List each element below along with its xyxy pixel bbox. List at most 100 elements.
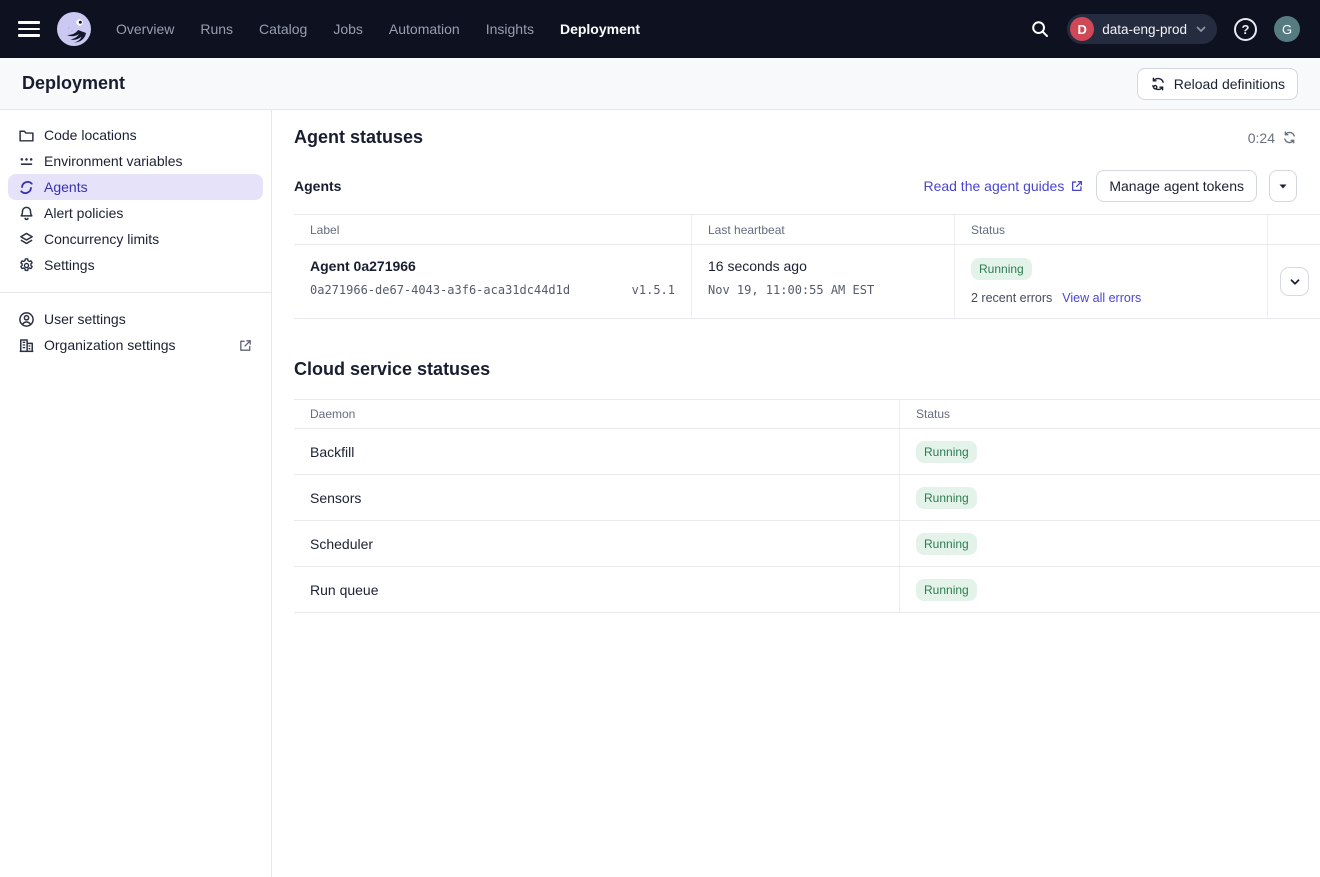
sidebar-item-label: User settings: [44, 311, 126, 327]
external-link-icon: [238, 338, 253, 353]
sidebar-item-alert-policies[interactable]: Alert policies: [8, 200, 263, 226]
user-avatar[interactable]: G: [1274, 16, 1300, 42]
help-button[interactable]: ?: [1234, 18, 1257, 41]
search-button[interactable]: [1030, 19, 1050, 39]
agent-guides-link[interactable]: Read the agent guides: [923, 178, 1084, 194]
nav-deployment[interactable]: Deployment: [560, 21, 640, 37]
sidebar-item-label: Code locations: [44, 127, 137, 143]
status-badge: Running: [916, 533, 977, 555]
sidebar-item-concurrency-limits[interactable]: Concurrency limits: [8, 226, 263, 252]
column-header-label: Label: [294, 215, 692, 244]
status-badge: Running: [916, 487, 977, 509]
daemon-table-header: Daemon Status: [294, 399, 1320, 429]
column-header-status: Status: [900, 400, 1320, 428]
agent-guides-link-label: Read the agent guides: [923, 178, 1064, 194]
sidebar-item-user-settings[interactable]: User settings: [8, 306, 263, 332]
search-icon: [1030, 19, 1050, 39]
heartbeat-relative: 16 seconds ago: [708, 258, 938, 274]
nav-catalog[interactable]: Catalog: [259, 21, 307, 37]
heartbeat-timestamp: Nov 19, 11:00:55 AM EST: [708, 283, 938, 297]
sidebar-item-agents[interactable]: Agents: [8, 174, 263, 200]
agent-row: Agent 0a271966 0a271966-de67-4043-a3f6-a…: [294, 245, 1320, 319]
deployment-switcher[interactable]: D data-eng-prod: [1067, 14, 1217, 44]
sidebar-item-label: Agents: [44, 179, 88, 195]
sidebar-item-label: Alert policies: [44, 205, 123, 221]
status-badge: Running: [916, 441, 977, 463]
daemon-row: Sensors Running: [294, 475, 1320, 521]
sidebar-item-settings[interactable]: Settings: [8, 252, 263, 278]
dagster-logo[interactable]: [56, 11, 92, 47]
menu-icon[interactable]: [18, 21, 40, 37]
reload-definitions-button[interactable]: Reload definitions: [1137, 68, 1298, 100]
building-icon: [18, 337, 35, 354]
caret-down-icon: [1278, 181, 1288, 191]
main-content: Agent statuses 0:24 Agents Read the agen…: [272, 110, 1320, 877]
view-all-errors-link[interactable]: View all errors: [1062, 291, 1141, 305]
agent-heartbeat-cell: 16 seconds ago Nov 19, 11:00:55 AM EST: [692, 245, 955, 318]
status-badge: Running: [916, 579, 977, 601]
cloud-service-statuses-title: Cloud service statuses: [294, 359, 1320, 380]
question-mark-icon: ?: [1242, 22, 1250, 37]
agents-subheading: Agents: [294, 178, 341, 194]
env-variables-icon: [18, 153, 35, 170]
column-header-actions: [1268, 215, 1320, 244]
user-circle-icon: [18, 311, 35, 328]
agent-actions-dropdown-button[interactable]: [1269, 170, 1297, 202]
agent-label-cell: Agent 0a271966 0a271966-de67-4043-a3f6-a…: [294, 245, 692, 318]
agent-name: Agent 0a271966: [310, 258, 675, 274]
deployment-badge: D: [1070, 17, 1094, 41]
daemon-name: Run queue: [294, 567, 900, 612]
sidebar-item-label: Concurrency limits: [44, 231, 159, 247]
agent-icon: [18, 179, 35, 196]
gear-icon: [18, 257, 35, 274]
manage-agent-tokens-button[interactable]: Manage agent tokens: [1096, 170, 1257, 202]
countdown-value: 0:24: [1248, 130, 1275, 146]
agent-version: v1.5.1: [632, 283, 675, 297]
status-badge: Running: [971, 258, 1032, 280]
sidebar-item-organization-settings[interactable]: Organization settings: [8, 332, 263, 358]
layers-icon: [18, 231, 35, 248]
sidebar-item-label: Settings: [44, 257, 95, 273]
sidebar-item-label: Environment variables: [44, 153, 183, 169]
external-link-icon: [1070, 179, 1084, 193]
agent-expand-cell: [1268, 245, 1320, 318]
sidebar-item-code-locations[interactable]: Code locations: [8, 122, 263, 148]
column-header-status: Status: [955, 215, 1268, 244]
agents-table-header: Label Last heartbeat Status: [294, 214, 1320, 245]
page-header: Deployment Reload definitions: [0, 58, 1320, 110]
deployment-sidebar: Code locations Environment variables Age…: [0, 110, 272, 877]
nav-jobs[interactable]: Jobs: [333, 21, 363, 37]
sidebar-divider: [0, 292, 271, 293]
refresh-icon[interactable]: [1282, 130, 1297, 145]
topnav-right-controls: D data-eng-prod ? G: [1030, 14, 1300, 44]
agent-expand-button[interactable]: [1280, 267, 1309, 296]
nav-insights[interactable]: Insights: [486, 21, 534, 37]
agent-id: 0a271966-de67-4043-a3f6-aca31dc44d1d: [310, 283, 570, 297]
daemon-name: Backfill: [294, 429, 900, 474]
deployment-name: data-eng-prod: [1102, 22, 1187, 37]
column-header-heartbeat: Last heartbeat: [692, 215, 955, 244]
daemon-row: Backfill Running: [294, 429, 1320, 475]
chevron-down-icon: [1289, 276, 1301, 288]
top-navigation-bar: Overview Runs Catalog Jobs Automation In…: [0, 0, 1320, 58]
manage-agent-tokens-label: Manage agent tokens: [1109, 178, 1244, 194]
daemon-name: Sensors: [294, 475, 900, 520]
nav-automation[interactable]: Automation: [389, 21, 460, 37]
primary-nav: Overview Runs Catalog Jobs Automation In…: [116, 21, 640, 37]
refresh-countdown: 0:24: [1248, 130, 1297, 146]
page-title: Deployment: [22, 73, 125, 94]
reload-icon: [1150, 76, 1166, 92]
chevron-down-icon: [1195, 23, 1207, 35]
column-header-daemon: Daemon: [294, 400, 900, 428]
agent-statuses-title: Agent statuses: [294, 127, 423, 148]
nav-runs[interactable]: Runs: [200, 21, 233, 37]
agent-status-cell: Running 2 recent errors View all errors: [955, 245, 1268, 318]
agents-table: Label Last heartbeat Status Agent 0a2719…: [294, 214, 1320, 319]
sidebar-item-environment-variables[interactable]: Environment variables: [8, 148, 263, 174]
daemon-table: Daemon Status Backfill Running Sensors R…: [294, 399, 1320, 613]
daemon-name: Scheduler: [294, 521, 900, 566]
recent-errors-count: 2 recent errors: [971, 291, 1052, 305]
reload-definitions-label: Reload definitions: [1174, 76, 1285, 92]
nav-overview[interactable]: Overview: [116, 21, 174, 37]
sidebar-item-label: Organization settings: [44, 337, 176, 353]
